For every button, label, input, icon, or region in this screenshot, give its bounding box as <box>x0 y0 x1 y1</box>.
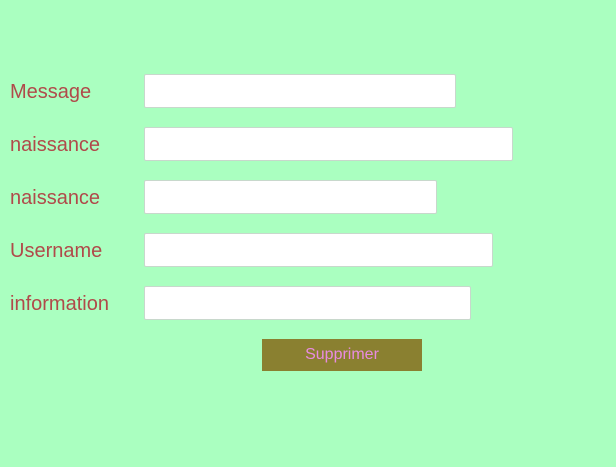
username-input[interactable] <box>144 233 493 267</box>
naissance-input-2[interactable] <box>144 180 437 214</box>
message-label: Message <box>10 81 92 103</box>
message-input[interactable] <box>144 74 456 108</box>
naissance-label-1: naissance <box>10 134 101 156</box>
form-row-message: Message <box>0 74 616 108</box>
information-label: information <box>10 293 109 315</box>
form: Message naissance naissance Username inf… <box>0 0 616 467</box>
supprimer-button[interactable]: Supprimer <box>262 339 422 371</box>
naissance-label-2: naissance <box>10 187 101 209</box>
form-row-username: Username <box>0 233 616 267</box>
form-row-information: information <box>0 286 616 320</box>
form-row-naissance-1: naissance <box>0 127 616 161</box>
information-input[interactable] <box>144 286 471 320</box>
form-row-naissance-2: naissance <box>0 180 616 214</box>
username-label: Username <box>10 240 103 262</box>
naissance-input-1[interactable] <box>144 127 513 161</box>
